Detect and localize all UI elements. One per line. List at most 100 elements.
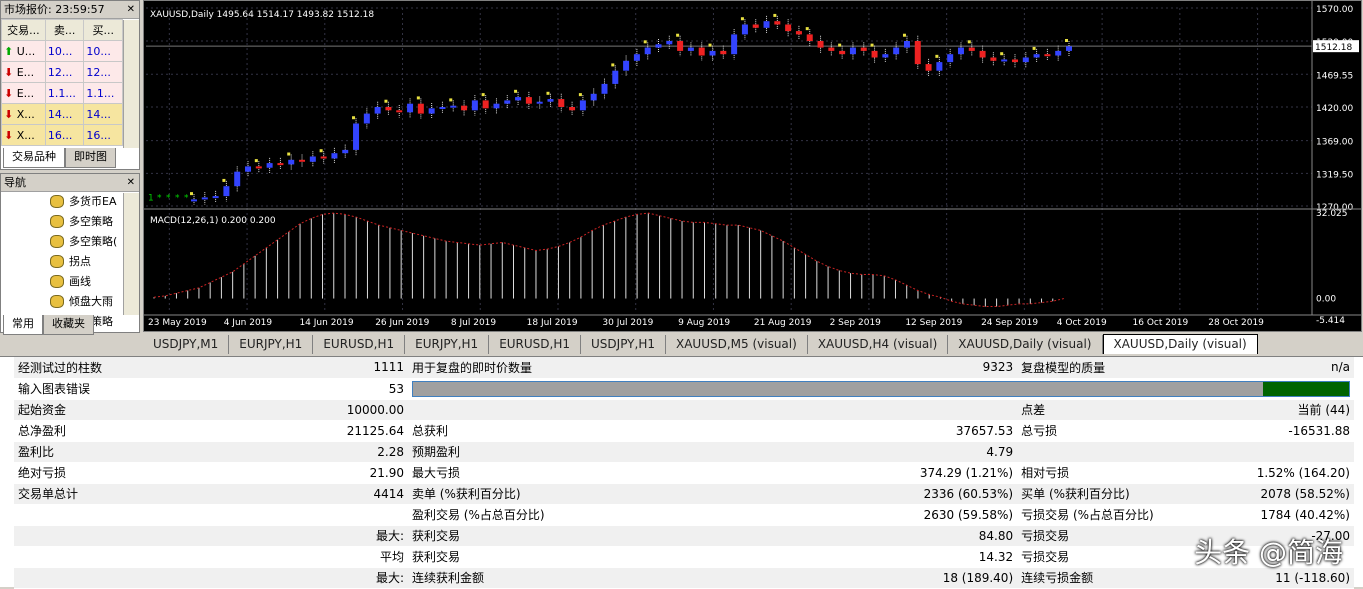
price-chart[interactable]: 1570.001520.001469.551420.001369.001319.…	[143, 0, 1362, 332]
navigator-item[interactable]: 多空策略	[1, 212, 139, 232]
price-bar	[245, 166, 252, 172]
result-cell: 起始资金	[14, 399, 235, 421]
chart-tab[interactable]: USDJPY,H1	[581, 335, 666, 354]
price-bar	[947, 54, 954, 63]
price-bar	[201, 197, 208, 200]
tab-favorites[interactable]: 收藏夹	[43, 315, 94, 335]
trade-marker: *	[184, 194, 189, 204]
price-marker	[319, 149, 323, 153]
chart-tab[interactable]: EURJPY,H1	[229, 335, 314, 354]
chart-tab[interactable]: EURUSD,H1	[489, 335, 582, 354]
price-bar	[504, 100, 511, 104]
chart-tab[interactable]: XAUUSD,Daily (visual)	[1102, 334, 1258, 354]
col-symbol[interactable]: 交易...	[1, 19, 46, 41]
market-row[interactable]: ⬆ U... 10... 10...	[1, 40, 123, 62]
price-bar	[1044, 54, 1051, 57]
price-bar	[677, 41, 684, 51]
result-cell: 10000.00	[234, 399, 408, 421]
price-marker	[416, 96, 420, 100]
price-bar	[212, 196, 219, 199]
date-tick-label: 9 Aug 2019	[678, 318, 730, 328]
tab-common[interactable]: 常用	[3, 315, 43, 335]
price-bar	[288, 159, 295, 165]
result-cell: 84.80	[652, 525, 1018, 547]
date-tick-label: 21 Aug 2019	[754, 318, 812, 328]
down-arrow-icon: ⬇	[4, 107, 14, 121]
result-cell: 输入图表错误	[14, 378, 235, 400]
chart-tab[interactable]: XAUUSD,H4 (visual)	[808, 335, 949, 354]
navigator-item[interactable]: 倾盘大雨	[1, 292, 139, 312]
price-bar	[849, 47, 856, 55]
price-bar	[1033, 54, 1040, 58]
navigator-item[interactable]: 多空策略(	[1, 232, 139, 252]
price-bar	[331, 153, 338, 159]
result-row: 起始资金 10000.00 点差 当前 (44)	[14, 399, 1354, 421]
expert-advisor-icon	[50, 295, 64, 308]
chart-canvas[interactable]: 1570.001520.001469.551420.001369.001319.…	[144, 1, 1361, 331]
result-cell	[14, 525, 235, 547]
result-cell: 18 (189.40)	[652, 567, 1018, 589]
price-bar	[903, 41, 910, 48]
result-cell: 复盘模型的质量	[1017, 357, 1253, 379]
close-icon[interactable]: ✕	[127, 1, 135, 19]
result-cell: 预期盈利	[407, 441, 653, 463]
strategy-results: 经测试过的柱数 1111 用于复盘的即时价数量 9323 复盘模型的质量 n/a 输入图表错…	[0, 356, 1363, 589]
price-bar	[558, 99, 565, 107]
result-cell: 最大亏损	[407, 462, 653, 484]
navigator-list: 多货币EA多空策略多空策略(拐点画线倾盘大雨趋势策略	[1, 192, 139, 332]
price-marker	[676, 33, 680, 37]
down-arrow-icon: ⬇	[4, 128, 14, 142]
tab-tick-chart[interactable]: 即时图	[65, 148, 116, 168]
price-bar	[428, 108, 435, 114]
date-tick-label: 2 Sep 2019	[830, 318, 882, 328]
result-cell: 交易单总计	[14, 483, 235, 505]
chart-tab[interactable]: EURUSD,H1	[313, 335, 406, 354]
price-bar	[396, 110, 403, 113]
navigator-panel: 导航 ✕ 多货币EA多空策略多空策略(拐点画线倾盘大雨趋势策略 常用 收藏夹	[0, 173, 140, 335]
market-row[interactable]: ⬇ E... 1.1... 1.1...	[1, 82, 123, 104]
result-cell: 21.90	[234, 462, 408, 484]
result-cell: 总亏损	[1017, 420, 1253, 442]
result-cell: 当前 (44)	[1252, 399, 1354, 421]
market-row[interactable]: ⬇ X... 16... 16...	[1, 124, 123, 146]
price-bar	[925, 64, 932, 71]
result-cell: 21125.64	[234, 420, 408, 442]
date-tick-label: 14 Jun 2019	[299, 318, 353, 328]
price-bar	[353, 123, 360, 150]
chart-tab[interactable]: XAUUSD,M5 (visual)	[666, 335, 808, 354]
price-bar	[1055, 50, 1062, 56]
market-row[interactable]: ⬇ E... 12... 12...	[1, 61, 123, 83]
result-cell: 2.28	[234, 441, 408, 463]
result-cell: 用于复盘的即时价数量	[407, 357, 653, 379]
chart-tab[interactable]: XAUUSD,Daily (visual)	[948, 335, 1103, 354]
navigator-scrollbar[interactable]	[123, 193, 139, 315]
price-bar	[731, 34, 738, 55]
trade-marker: *	[175, 194, 180, 204]
result-cell: 4.79	[652, 441, 1018, 463]
market-row[interactable]: ⬇ X... 14... 14...	[1, 103, 123, 125]
price-bar	[914, 41, 921, 65]
chart-tab[interactable]: USDJPY,M1	[143, 335, 230, 354]
price-marker	[643, 40, 647, 44]
price-bar	[666, 41, 673, 45]
result-cell	[14, 504, 235, 526]
market-scrollbar[interactable]	[123, 20, 139, 148]
price-bar	[936, 62, 943, 71]
result-cell	[14, 546, 235, 568]
price-bar	[299, 159, 306, 162]
market-watch-panel: 市场报价: 23:59:57 ✕ 交易... 卖... 买... ⬆ U... 1…	[0, 0, 140, 170]
expert-advisor-icon	[50, 255, 64, 268]
navigator-item[interactable]: 拐点	[1, 252, 139, 272]
close-icon[interactable]: ✕	[127, 174, 135, 192]
chart-tab[interactable]: EURJPY,H1	[405, 335, 490, 354]
date-tick-label: 23 May 2019	[148, 318, 207, 328]
navigator-item[interactable]: 多货币EA	[1, 192, 139, 212]
price-bar	[817, 41, 824, 48]
tab-symbols[interactable]: 交易品种	[3, 148, 65, 168]
price-bar	[957, 47, 964, 55]
col-ask[interactable]: 买...	[83, 19, 123, 41]
price-marker	[287, 152, 291, 156]
result-cell: 2630 (59.58%)	[652, 504, 1018, 526]
col-bid[interactable]: 卖...	[44, 19, 85, 41]
navigator-item[interactable]: 画线	[1, 272, 139, 292]
